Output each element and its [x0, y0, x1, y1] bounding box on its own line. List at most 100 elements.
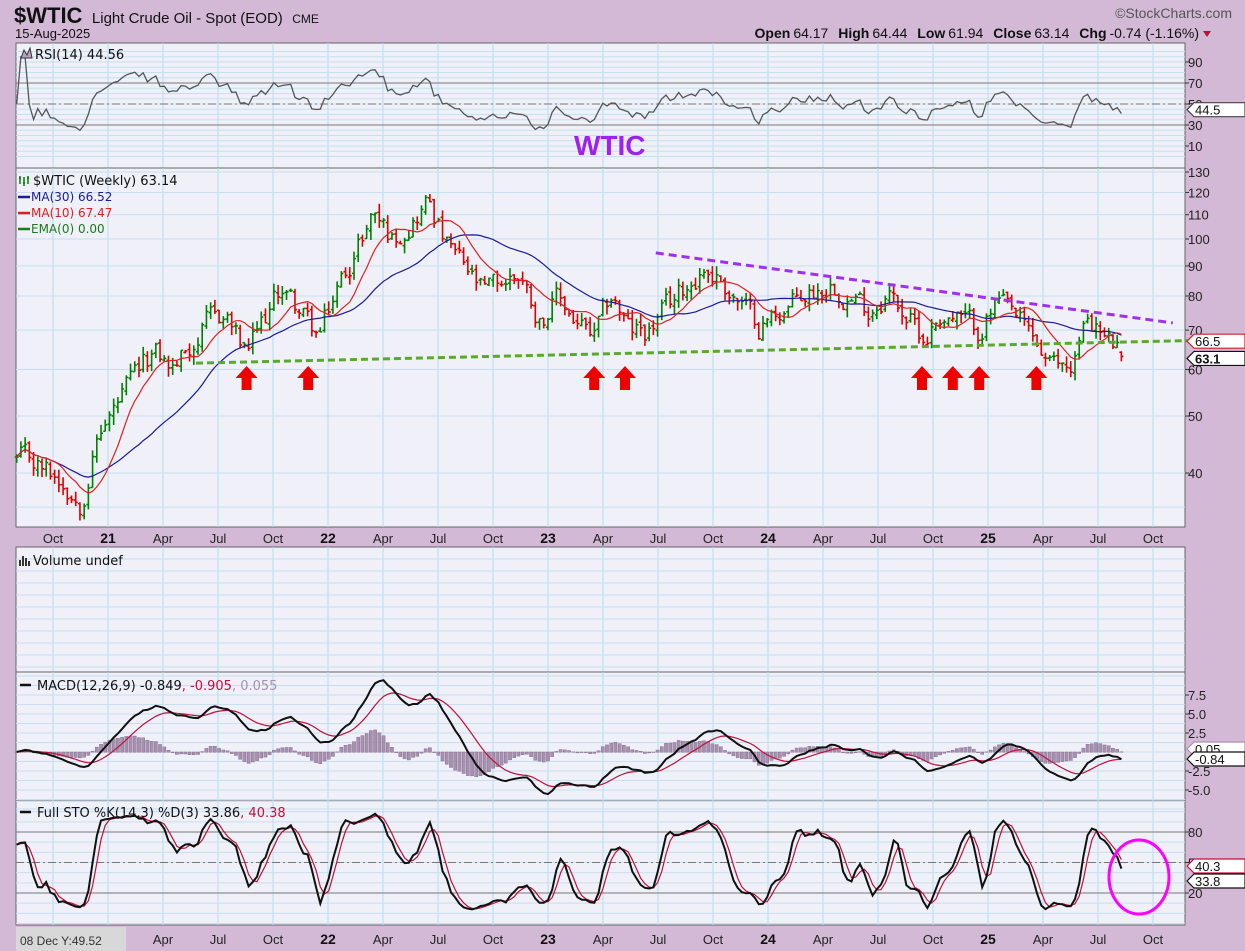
macd-hist-bar — [659, 746, 664, 753]
macd-hist-bar — [664, 743, 668, 753]
x-axis-label: Jul — [1090, 531, 1107, 546]
x-axis-label-bottom: Apr — [593, 932, 614, 947]
macd-hist-bar — [390, 747, 394, 753]
macd-hist-bar — [440, 751, 445, 762]
macd-hist-bar — [288, 747, 293, 753]
macd-hist-bar — [592, 751, 597, 754]
macd-hist-bar — [622, 744, 626, 753]
x-axis-label-bottom: Oct — [703, 932, 724, 947]
macd-hist-bar — [512, 751, 517, 758]
macd-hist-bar — [988, 749, 993, 753]
high-label: High — [838, 25, 869, 41]
exchange: CME — [292, 12, 319, 26]
price-tick-label: 90 — [1188, 259, 1202, 274]
macd-hist-bar — [1115, 749, 1119, 753]
macd-hist-bar — [963, 747, 968, 753]
sto-label: Full STO %K(14,3) %D(3) 33.86, 40.38 — [37, 806, 286, 821]
macd-hist-bar — [719, 746, 723, 753]
macd-hist-bar — [841, 751, 845, 753]
macd-hist-bar — [347, 744, 352, 753]
macd-hist-bar — [1060, 751, 1065, 762]
price-tick-label: 100 — [1188, 232, 1210, 247]
macd-main: MACD(12,26,9) -0.849 — [37, 679, 182, 694]
x-axis-label: Jul — [210, 531, 227, 546]
macd-hist-bar — [1085, 743, 1090, 753]
x-axis-label-bottom: Jul — [210, 932, 227, 947]
macd-hist-bar — [154, 741, 158, 753]
macd-hist-bar — [221, 749, 226, 753]
sto-tick-label: 80 — [1188, 825, 1202, 840]
x-axis-label: Jul — [650, 531, 667, 546]
macd-tick-label: 5.0 — [1188, 707, 1206, 722]
macd-hist-bar — [116, 738, 120, 753]
macd-hist-bar — [263, 751, 268, 758]
macd-tick-label: 7.5 — [1188, 688, 1206, 703]
macd-hist-bar — [499, 751, 504, 766]
macd-hist-bar — [272, 749, 276, 753]
macd-hist-bar — [145, 740, 150, 753]
macd-hist-bar — [955, 748, 959, 753]
macd-hist-bar — [740, 751, 744, 759]
macd-hist-bar — [322, 751, 327, 762]
x-axis-label: Apr — [373, 531, 394, 546]
price-value: 63.1 — [1195, 351, 1220, 366]
x-axis-label: 23 — [540, 530, 556, 546]
macd-hist-bar — [297, 751, 301, 755]
macd-hist-bar — [238, 751, 242, 760]
x-axis-label-bottom: 25 — [980, 931, 996, 947]
x-axis-label-bottom: Oct — [1143, 932, 1164, 947]
macd-hist-bar — [976, 751, 980, 753]
x-axis-label: Apr — [153, 531, 174, 546]
price-tick-label: 110 — [1188, 208, 1209, 223]
macd-hist-bar — [284, 747, 289, 753]
macd-hist-bar — [352, 741, 356, 753]
macd-hist-bar — [596, 750, 601, 753]
macd-hist-bar — [69, 751, 74, 758]
macd-hist-bar — [638, 751, 643, 753]
macd-hist-bar — [444, 751, 449, 765]
macd-hist-bar — [613, 741, 618, 753]
macd-hist-bar — [411, 751, 415, 758]
macd-hist-bar — [668, 742, 673, 753]
instrument-name: Light Crude Oil - Spot (EOD) — [92, 10, 283, 27]
volume-legend: Volume undef — [19, 554, 123, 569]
macd-hist-bar — [508, 751, 512, 761]
macd-hist-bar — [723, 750, 727, 753]
macd-hist-bar — [457, 751, 462, 772]
x-axis-label: Oct — [1143, 531, 1164, 546]
macd-hist-bar — [525, 751, 529, 755]
x-axis-label: Oct — [923, 531, 944, 546]
macd-hist-bar — [617, 743, 622, 753]
macd-hist-bar — [423, 748, 428, 753]
macd-hist-bar — [630, 749, 635, 753]
stockcharts-logo[interactable]: ©StockCharts.com — [1115, 5, 1232, 21]
macd-hist-bar — [234, 751, 238, 756]
macd-value: -0.84 — [1195, 752, 1225, 767]
macd-hist-bar — [343, 745, 348, 753]
macd-hist-bar — [845, 751, 850, 754]
sto-d: , 40.38 — [240, 806, 285, 821]
macd-hist-bar — [647, 751, 651, 754]
macd-hist-bar — [605, 744, 609, 753]
down-triangle-icon — [1203, 31, 1211, 37]
macd-hist-bar — [128, 735, 133, 753]
macd-hist-bar — [1056, 751, 1060, 763]
macd-hist-bar — [710, 743, 715, 753]
macd-hist-bar — [419, 751, 424, 754]
volume-label: Volume undef — [33, 554, 123, 569]
macd-hist-bar — [1068, 751, 1073, 761]
macd-hist-bar — [196, 751, 200, 755]
chart-date: 15-Aug-2025 — [15, 26, 90, 41]
macd-hist-bar — [461, 751, 466, 774]
macd-hist-bar — [86, 751, 91, 756]
macd-hist-bar — [255, 751, 259, 761]
macd-hist-bar — [331, 751, 335, 757]
rsi-value: 44.5 — [1195, 103, 1220, 118]
symbol: $WTIC — [14, 3, 83, 28]
sto-main: Full STO %K(14,3) %D(3) 33.86 — [37, 806, 240, 821]
macd-hist-bar — [204, 748, 209, 753]
macd-hist-bar — [1106, 745, 1111, 753]
panel-vol — [15, 546, 1186, 673]
macd-hist-bar — [934, 751, 938, 757]
ma10-legend-label: MA(10) 67.47 — [31, 206, 112, 220]
